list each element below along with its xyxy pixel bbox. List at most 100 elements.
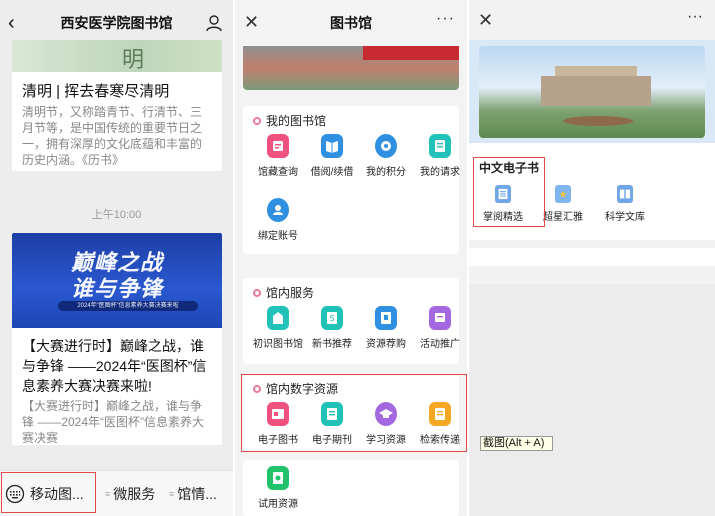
item-label: 试用资源 (258, 499, 298, 510)
close-icon[interactable]: ✕ (478, 10, 493, 31)
empty-area (469, 284, 715, 516)
item-library-intro[interactable]: 初识图书馆 (251, 306, 305, 350)
graduation-cap-icon (375, 402, 397, 426)
ebook-header: ✕ ··· (469, 0, 715, 40)
item-my-requests[interactable]: 我的请求 (413, 134, 467, 178)
item-label: 资源荐购 (366, 339, 406, 350)
menu-label: 移动图... (30, 485, 84, 502)
item-borrow-renew[interactable]: 借阅/续借 (305, 134, 359, 178)
ejournal-icon (321, 402, 343, 426)
chinese-ebook-panel: ✕ ··· 中文电子书 掌阅精选 超星汇雅 科学文库 截图(Alt + A) (469, 0, 715, 516)
library-banner-image (243, 46, 459, 90)
item-label: 新书推荐 (312, 339, 352, 350)
section-in-library-services: 馆内服务 初识图书馆 S 新书推荐 资源荐购 活动推广 (243, 278, 460, 364)
close-icon[interactable]: ✕ (244, 12, 259, 32)
item-trial-resources[interactable]: 试用资源 (251, 466, 305, 510)
zhangyue-book-icon (495, 185, 511, 203)
article-summary: 【大赛进行时】巅峰之战，谁与争锋 ——2024年“医图杯”信息素养大赛决赛 (22, 399, 205, 445)
article-cover-image: 明 (12, 40, 222, 73)
trial-resource-icon (267, 466, 289, 490)
section-title: 中文电子书 (479, 161, 540, 175)
item-label: 活动推广 (420, 339, 460, 350)
section-dot-icon (253, 384, 261, 393)
svg-text:S: S (329, 314, 334, 323)
cover-calligraphy: 明 (122, 48, 145, 73)
item-label: 借阅/续借 (310, 167, 354, 178)
library-intro-icon (267, 306, 289, 330)
section-dot-icon (253, 288, 261, 297)
search-delivery-icon (429, 402, 451, 426)
item-label: 我的请求 (420, 167, 460, 178)
item-bind-account[interactable]: 绑定账号 (251, 198, 305, 242)
section-my-library: 我的图书馆 馆藏查询 借阅/续借 我的积分 我的请求 绑定账号 (243, 106, 460, 254)
user-icon (267, 198, 289, 222)
section-title: 我的图书馆 (266, 114, 327, 128)
back-icon[interactable]: ‹ (8, 12, 24, 34)
section-dot-icon (253, 116, 261, 125)
more-icon[interactable]: ··· (687, 8, 703, 26)
message-timestamp: 上午10:00 (91, 209, 142, 221)
item-label: 科学文库 (605, 212, 645, 223)
item-learning-resources[interactable]: 学习资源 (359, 402, 413, 446)
more-icon[interactable]: ··· (436, 10, 455, 28)
screenshot-root: ‹ 西安医学院图书馆 明 清明 | 挥去春寒尽清明 清明节，又称踏青节、行清节、… (0, 0, 715, 516)
item-catalog-search[interactable]: 馆藏查询 (251, 134, 305, 178)
section-header: 馆内服务 (253, 284, 314, 301)
points-icon (375, 134, 397, 158)
item-event-promotion[interactable]: 活动推广 (413, 306, 467, 350)
ebook-icon (267, 402, 289, 426)
item-my-points[interactable]: 我的积分 (359, 134, 413, 178)
chaoxing-star-icon (555, 185, 571, 203)
item-science-library[interactable]: 科学文库 (595, 185, 655, 223)
item-label: 学习资源 (366, 435, 406, 446)
banner-line-2: 谁与争锋 (70, 276, 163, 301)
item-label: 超星汇雅 (543, 212, 583, 223)
menu-library-info[interactable]: ≡ 馆情... (161, 471, 231, 516)
section-title: 馆内服务 (266, 286, 315, 300)
item-label: 我的积分 (366, 167, 406, 178)
item-e-journals[interactable]: 电子期刊 (305, 402, 359, 446)
menu-lines-icon: ≡ (105, 488, 111, 499)
menu-label: 微服务 (113, 485, 156, 502)
item-label: 检索传递 (420, 435, 460, 446)
book-icon (321, 134, 343, 158)
item-label: 馆藏查询 (258, 167, 298, 178)
catalog-search-icon (267, 134, 289, 158)
section-title: 馆内数字资源 (266, 382, 339, 396)
item-label: 电子图书 (258, 435, 298, 446)
item-label: 初识图书馆 (253, 339, 303, 350)
item-e-books[interactable]: 电子图书 (251, 402, 305, 446)
new-book-icon: S (321, 306, 343, 330)
menu-micro-service[interactable]: ≡ 微服务 (97, 471, 161, 516)
section-digital-resources: 馆内数字资源 电子图书 电子期刊 学习资源 检索传递 (243, 374, 460, 450)
item-new-books[interactable]: S 新书推荐 (305, 306, 359, 350)
science-library-icon (617, 185, 633, 203)
menu-lines-icon: ≡ (169, 488, 175, 499)
profile-icon[interactable] (205, 14, 223, 32)
item-resource-recommend[interactable]: 资源荐购 (359, 306, 413, 350)
empty-card (469, 248, 715, 266)
wechat-chat-panel: ‹ 西安医学院图书馆 明 清明 | 挥去春寒尽清明 清明节，又称踏青节、行清节、… (0, 0, 233, 516)
item-chaoxing-huiya[interactable]: 超星汇雅 (533, 185, 593, 223)
library-home-panel: ✕ 图书馆 ··· 我的图书馆 馆藏查询 借阅/续借 我的积分 我的请求 绑定账… (235, 0, 467, 516)
item-zhangyue[interactable]: 掌阅精选 (473, 185, 533, 223)
library-header: ✕ 图书馆 ··· (235, 0, 467, 46)
section-header: 馆内数字资源 (253, 380, 338, 397)
campus-banner-image (469, 40, 715, 143)
article-card-qingming[interactable]: 明 清明 | 挥去春寒尽清明 清明节，又称踏青节、行清节、三月节等，是中国传统的… (12, 40, 222, 171)
item-search-delivery[interactable]: 检索传递 (413, 402, 467, 446)
article-card-contest[interactable]: 巅峰之战 谁与争锋 2024年“医图杯”信息素养大赛决赛来啦 【大赛进行时】巅峰… (12, 233, 222, 445)
chat-title: 西安医学院图书馆 (60, 15, 173, 31)
menu-mobile-library[interactable]: 移动图... (30, 471, 97, 516)
ebook-section: 中文电子书 掌阅精选 超星汇雅 科学文库 (469, 143, 715, 240)
banner-subtitle: 2024年“医图杯”信息素养大赛决赛来啦 (58, 301, 198, 311)
item-label: 电子期刊 (312, 435, 352, 446)
event-icon (429, 306, 451, 330)
menu-label: 馆情... (177, 485, 217, 502)
article-summary: 清明节，又称踏青节、行清节、三月节等，是中国传统的重要节日之一，拥有深厚的文化底… (22, 105, 203, 167)
item-label: 绑定账号 (258, 231, 298, 242)
keyboard-icon[interactable] (0, 471, 30, 516)
contest-banner-image: 巅峰之战 谁与争锋 2024年“医图杯”信息素养大赛决赛来啦 (12, 233, 222, 328)
official-account-menu-bar: 移动图... ≡ 微服务 ≡ 馆情... (0, 470, 233, 516)
screenshot-tooltip: 截图(Alt + A) (480, 436, 553, 451)
